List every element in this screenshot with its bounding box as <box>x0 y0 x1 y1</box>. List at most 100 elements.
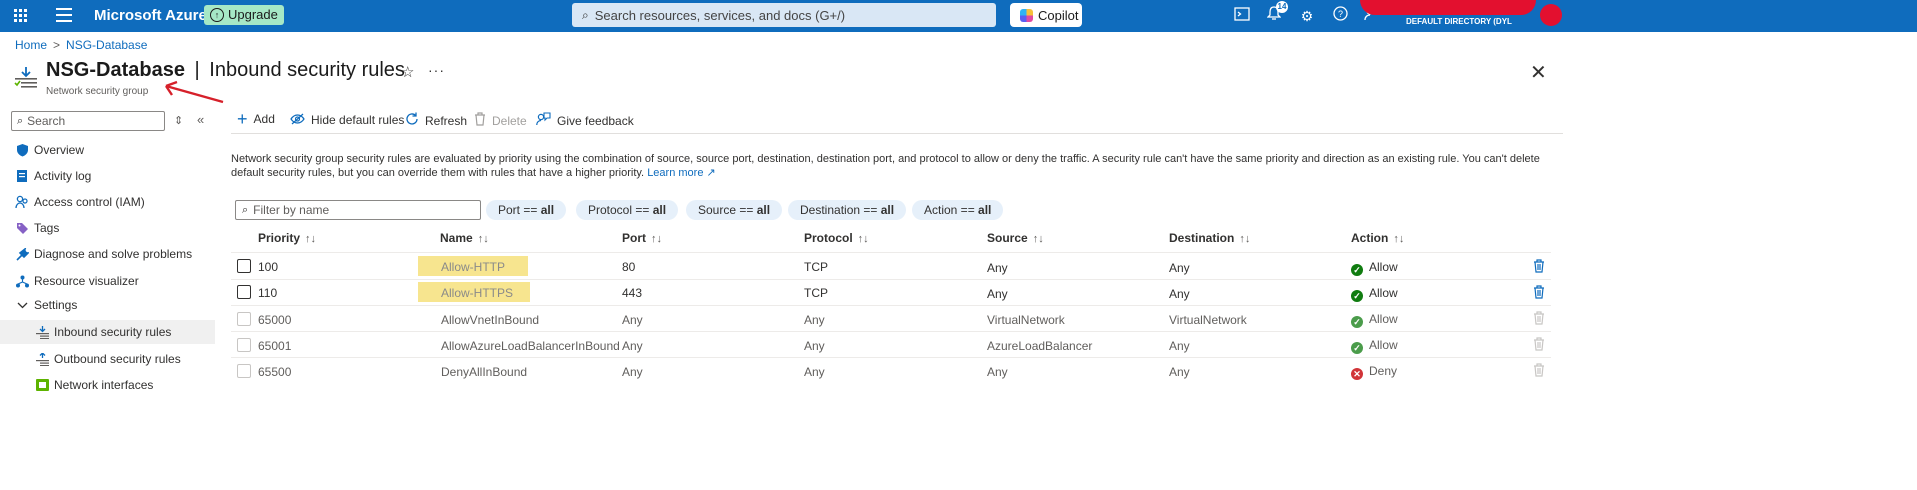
give-feedback-button[interactable]: Give feedback <box>536 112 634 129</box>
sidebar-item-diagnose[interactable]: Diagnose and solve problems <box>0 242 215 266</box>
column-label: Action <box>1351 231 1389 245</box>
hide-default-rules-button[interactable]: Hide default rules <box>290 112 404 128</box>
upgrade-button[interactable]: ↑ Upgrade <box>204 5 284 25</box>
description-text: Network security group security rules ar… <box>231 152 1551 180</box>
cell-protocol: TCP <box>804 260 828 274</box>
close-icon[interactable]: ✕ <box>1530 60 1547 85</box>
cell-protocol: TCP <box>804 286 828 300</box>
column-header-name[interactable]: Name ↑↓ <box>440 231 489 245</box>
cloud-shell-icon[interactable] <box>1232 6 1252 26</box>
pill-value: all <box>880 203 895 217</box>
pill-value: all <box>652 203 667 217</box>
column-label: Source <box>987 231 1028 245</box>
filter-pill-port[interactable]: Port == all <box>486 200 567 220</box>
copilot-label: Copilot <box>1038 7 1079 23</box>
help-icon[interactable]: ? <box>1330 6 1350 26</box>
add-button[interactable]: + Add <box>237 109 275 129</box>
filter-pill-destination[interactable]: Destination == all <box>788 200 907 220</box>
column-header-destination[interactable]: Destination ↑↓ <box>1169 231 1250 245</box>
row-checkbox[interactable] <box>237 285 251 299</box>
star-favorite-icon[interactable]: ☆ <box>401 63 414 81</box>
wrench-icon <box>15 247 29 261</box>
refresh-label: Refresh <box>425 113 468 128</box>
sidebar-item-network-interfaces[interactable]: Network interfaces <box>0 373 215 397</box>
column-header-action[interactable]: Action ↑↓ <box>1351 231 1404 245</box>
sidebar-item-activity-log[interactable]: Activity log <box>0 164 215 188</box>
copilot-button[interactable]: Copilot <box>1010 3 1082 27</box>
filter-by-name-input[interactable]: ⌕ Filter by name <box>235 200 481 220</box>
pill-label: Port == <box>498 203 541 217</box>
column-header-source[interactable]: Source ↑↓ <box>987 231 1044 245</box>
cell-action: ✓ Allow <box>1351 312 1398 328</box>
expand-collapse-icon[interactable]: ⇕ <box>174 114 183 127</box>
delete-row-icon <box>1534 311 1544 325</box>
row-checkbox[interactable] <box>237 259 251 273</box>
column-header-priority[interactable]: Priority ↑↓ <box>258 231 316 245</box>
plus-icon: + <box>237 109 248 129</box>
more-options-icon[interactable]: ··· <box>428 62 445 78</box>
sidebar-item-inbound-security-rules[interactable]: Inbound security rules <box>0 320 215 344</box>
command-bar-divider <box>231 133 1563 134</box>
sidebar-item-outbound-security-rules[interactable]: Outbound security rules <box>0 347 215 371</box>
sidebar-item-overview[interactable]: Overview <box>0 138 215 162</box>
delete-row-icon[interactable] <box>1533 285 1545 299</box>
cell-priority: 100 <box>258 260 279 274</box>
global-search-input[interactable]: ⌕ Search resources, services, and docs (… <box>572 3 996 27</box>
filter-pill-action[interactable]: Action == all <box>912 200 1004 220</box>
hamburger-menu-icon[interactable] <box>56 8 72 22</box>
cell-destination: Any <box>1169 261 1190 275</box>
sidebar-item-label: Resource visualizer <box>34 274 139 288</box>
svg-text:?: ? <box>1337 9 1342 19</box>
top-bar: Microsoft Azure ↑ Upgrade ⌕ Search resou… <box>0 0 1917 32</box>
breadcrumb-home[interactable]: Home <box>15 38 47 52</box>
action-label: Allow <box>1369 312 1398 326</box>
sidebar-search-placeholder: Search <box>27 114 66 128</box>
cell-source: Any <box>987 365 1008 379</box>
avatar[interactable] <box>1540 4 1562 26</box>
breadcrumb-current[interactable]: NSG-Database <box>66 38 147 52</box>
check-circle-icon: ✓ <box>1351 316 1363 328</box>
cell-name: AllowAzureLoadBalancerInBound <box>441 339 620 353</box>
gear-icon[interactable]: ⚙ <box>1297 6 1317 26</box>
cell-name: DenyAllInBound <box>441 365 528 379</box>
cell-name-link[interactable]: Allow-HTTP <box>441 260 505 274</box>
brand-title[interactable]: Microsoft Azure <box>94 7 207 24</box>
sidebar-item-tags[interactable]: Tags <box>0 216 215 240</box>
sidebar-item-access-control[interactable]: Access control (IAM) <box>0 190 215 214</box>
nsg-rules-icon <box>14 67 37 88</box>
x-circle-icon: ✕ <box>1351 368 1363 380</box>
column-header-protocol[interactable]: Protocol ↑↓ <box>804 231 869 245</box>
sidebar-search-input[interactable]: ⌕ Search <box>11 111 165 131</box>
nic-icon <box>35 378 49 392</box>
portal-menu-grid-icon[interactable] <box>14 9 28 23</box>
learn-more-link[interactable]: Learn more ↗ <box>647 167 716 179</box>
filter-pill-source[interactable]: Source == all <box>686 200 783 220</box>
sort-icon: ↑↓ <box>1393 233 1405 245</box>
pill-value: all <box>540 203 555 217</box>
notification-badge: 14 <box>1276 1 1288 13</box>
cell-port: Any <box>622 339 643 353</box>
cell-action: ✓ Allow <box>1351 286 1398 302</box>
search-icon: ⌕ <box>17 114 24 127</box>
sidebar-item-resource-visualizer[interactable]: Resource visualizer <box>0 269 215 293</box>
column-label: Priority <box>258 231 301 245</box>
sort-icon: ↑↓ <box>1032 233 1044 245</box>
directory-name[interactable]: DEFAULT DIRECTORY (DYLEARNI... <box>1406 17 1512 26</box>
sidebar-group-settings[interactable]: Settings <box>0 293 215 317</box>
sidebar-item-label: Inbound security rules <box>54 325 172 339</box>
breadcrumb-separator: > <box>53 38 61 52</box>
delete-row-icon[interactable] <box>1533 259 1545 273</box>
sort-icon: ↑↓ <box>305 233 317 245</box>
collapse-sidebar-icon[interactable]: « <box>197 112 204 127</box>
check-circle-icon: ✓ <box>1351 342 1363 354</box>
cell-name-link[interactable]: Allow-HTTPS <box>441 286 513 300</box>
refresh-button[interactable]: Refresh <box>405 112 467 129</box>
cell-source: AzureLoadBalancer <box>987 339 1093 353</box>
filter-pill-protocol[interactable]: Protocol == all <box>576 200 679 220</box>
column-header-port[interactable]: Port ↑↓ <box>622 231 662 245</box>
delete-button[interactable]: Delete <box>474 112 527 129</box>
sort-icon: ↑↓ <box>477 233 489 245</box>
cell-port: 80 <box>622 260 636 274</box>
sidebar-item-label: Outbound security rules <box>54 352 181 366</box>
filter-placeholder: Filter by name <box>253 203 330 217</box>
